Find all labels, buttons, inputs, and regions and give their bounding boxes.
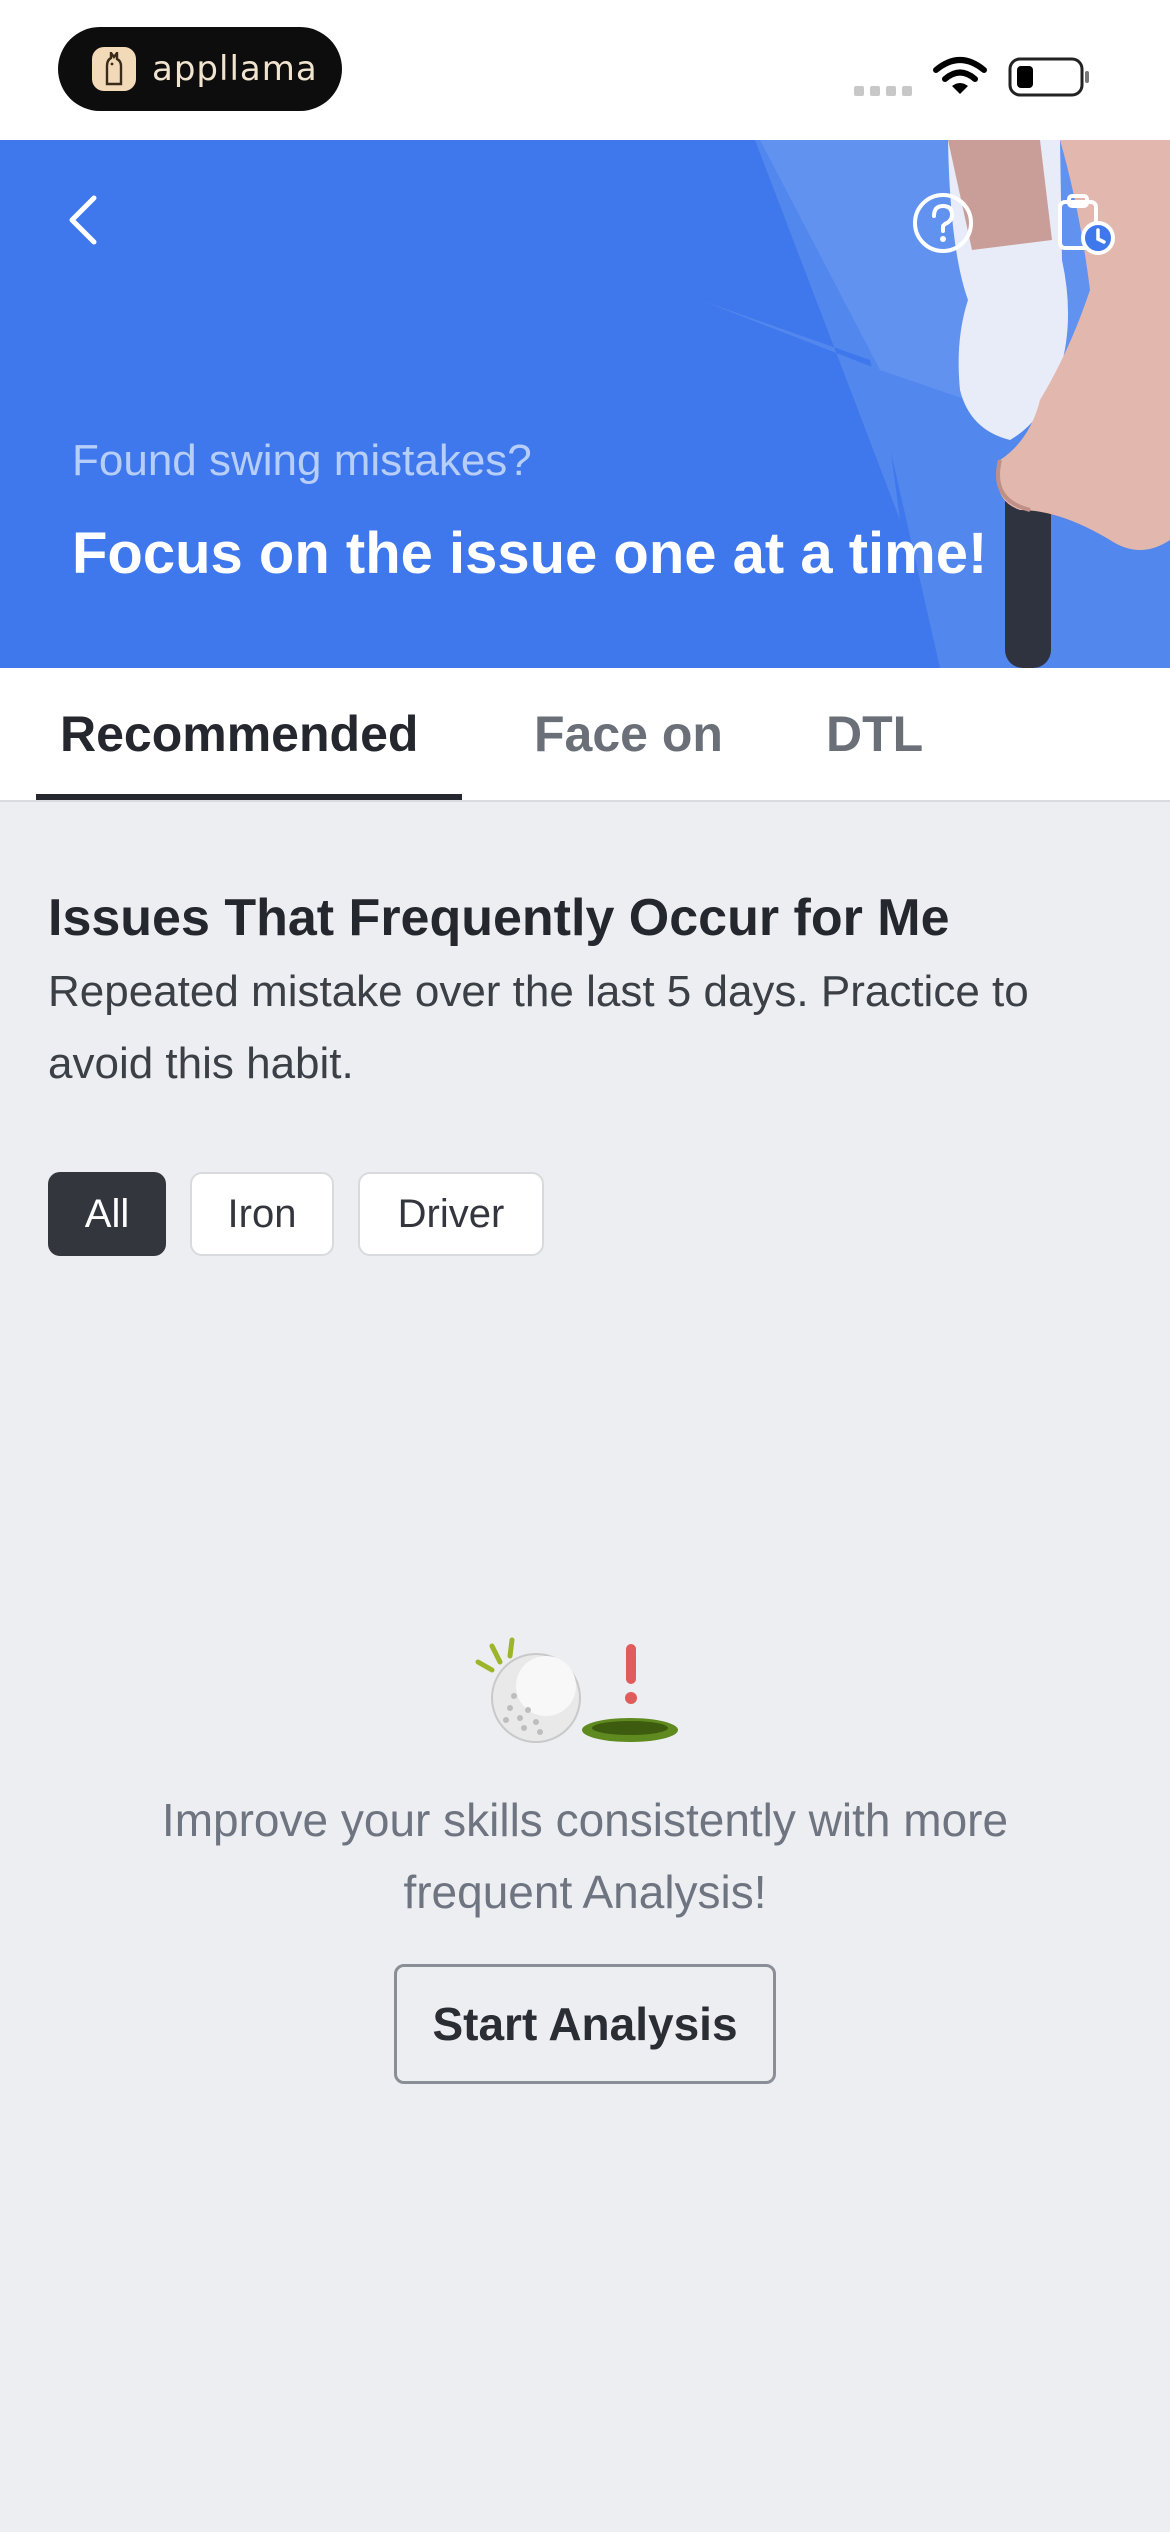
brand-badge: appllama — [58, 27, 342, 111]
tab-face-on[interactable]: Face on — [534, 668, 723, 800]
back-button[interactable] — [56, 190, 116, 250]
wifi-icon — [933, 57, 987, 94]
tab-dtl[interactable]: DTL — [826, 668, 923, 800]
signal-dots-icon — [854, 86, 912, 96]
empty-state-message: Improve your skills consistently with mo… — [161, 1794, 1009, 1918]
hero-subtitle: Found swing mistakes? — [72, 436, 532, 485]
filter-chip-all[interactable]: All — [48, 1172, 166, 1256]
tab-bar: Recommended Face on DTL — [0, 668, 1170, 802]
status-bar: appllama — [0, 0, 1170, 140]
section-title: Issues That Frequently Occur for Me — [48, 889, 950, 947]
active-tab-indicator — [36, 794, 462, 800]
brand-name: appllama — [152, 49, 318, 89]
llama-logo-icon — [92, 47, 136, 91]
section-description: Repeated mistake over the last 5 days. P… — [48, 967, 1029, 1088]
hero-title: Focus on the issue one at a time! — [72, 521, 988, 586]
golf-grip-illustration — [700, 140, 1170, 668]
hero-banner: Found swing mistakes? Focus on the issue… — [0, 140, 1170, 668]
battery-icon — [1008, 57, 1089, 97]
tab-recommended[interactable]: Recommended — [60, 668, 418, 800]
filter-chip-iron[interactable]: Iron — [190, 1172, 334, 1256]
filter-chip-driver[interactable]: Driver — [358, 1172, 544, 1256]
help-button[interactable] — [910, 190, 976, 256]
golf-ball-hole-icon — [475, 1637, 678, 1743]
history-button[interactable] — [1052, 192, 1118, 258]
start-analysis-button[interactable]: Start Analysis — [394, 1964, 776, 2084]
